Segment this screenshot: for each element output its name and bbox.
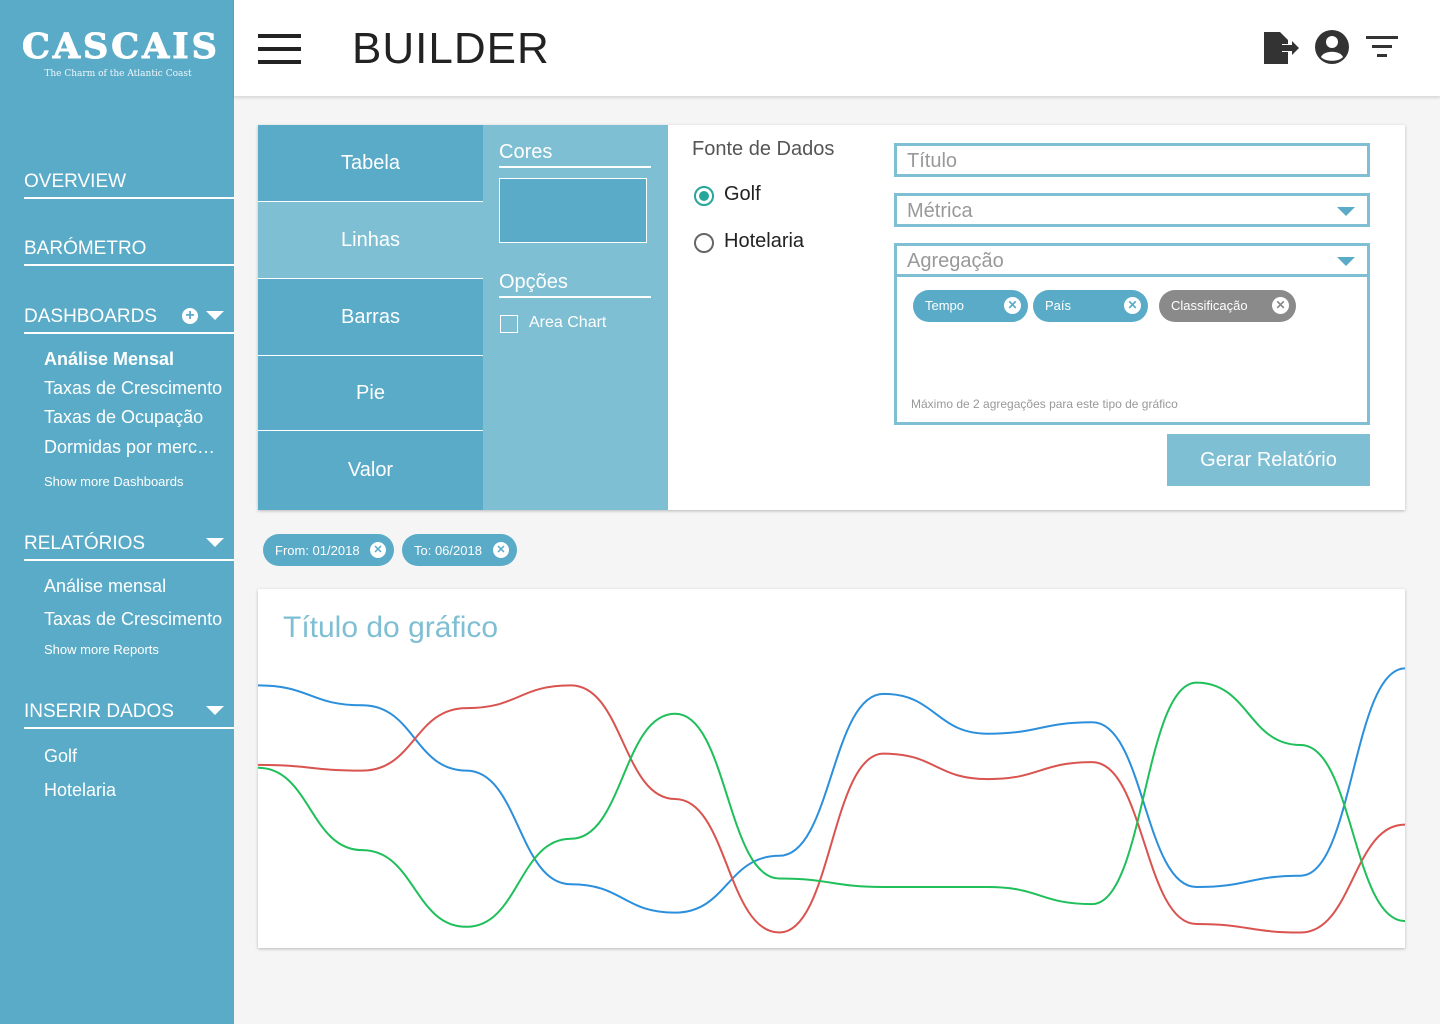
chip-label: Tempo	[925, 298, 965, 313]
source-radio-golf[interactable]	[694, 186, 714, 206]
aggregation-chip-tempo[interactable]: Tempo ✕	[913, 290, 1028, 322]
close-icon[interactable]: ✕	[493, 542, 509, 558]
opcoes-heading: Opções	[499, 271, 651, 298]
chevron-down-icon[interactable]	[206, 706, 224, 715]
filter-chip-from[interactable]: From: 01/2018 ✕	[263, 534, 394, 566]
dropdown-arrow-icon[interactable]	[1337, 257, 1355, 266]
series-line-1	[258, 684, 1405, 934]
close-icon[interactable]: ✕	[370, 542, 386, 558]
chart-type-linhas[interactable]: Linhas	[258, 202, 483, 279]
show-more-dashboards-link[interactable]: Show more Dashboards	[44, 474, 183, 489]
area-chart-label: Area Chart	[529, 314, 607, 331]
close-icon[interactable]: ✕	[1004, 297, 1021, 314]
sidebar-item-label: OVERVIEW	[24, 171, 127, 192]
sidebar-item-barometro[interactable]: BARÓMETRO	[24, 232, 234, 266]
chevron-down-icon[interactable]	[206, 538, 224, 547]
cores-heading: Cores	[499, 141, 651, 168]
sidebar-subitem[interactable]: Hotelaria	[44, 780, 224, 801]
chart-type-pie[interactable]: Pie	[258, 356, 483, 431]
chart-type-barras[interactable]: Barras	[258, 279, 483, 356]
export-icon[interactable]	[1262, 30, 1300, 66]
sidebar-subitem[interactable]: Dormidas por mercado	[44, 437, 224, 458]
sidebar-subitem[interactable]: Taxas de Ocupação	[44, 407, 224, 428]
sidebar: CASCAIS The Charm of the Atlantic Coast …	[0, 0, 234, 1024]
color-picker[interactable]	[499, 178, 647, 243]
sidebar-section-inserir-dados[interactable]: INSERIR DADOS	[24, 695, 234, 729]
add-dashboard-icon[interactable]: +	[182, 308, 198, 324]
source-radio-hotelaria[interactable]	[694, 233, 714, 253]
account-icon[interactable]	[1314, 30, 1352, 66]
builder-panel: Tabela Linhas Barras Pie Valor Cores Opç…	[258, 125, 1405, 510]
sidebar-subitem[interactable]: Golf	[44, 746, 224, 767]
logo-tagline: The Charm of the Atlantic Coast	[44, 69, 192, 79]
chart-type-tabela[interactable]: Tabela	[258, 125, 483, 202]
close-icon[interactable]: ✕	[1124, 297, 1141, 314]
sidebar-section-label: RELATÓRIOS	[24, 533, 146, 554]
line-chart	[258, 667, 1405, 934]
source-label-golf[interactable]: Golf	[724, 183, 761, 206]
source-label-hotelaria[interactable]: Hotelaria	[724, 230, 804, 253]
chart-options: Cores Opções Area Chart	[483, 125, 668, 510]
page-title: BUILDER	[352, 24, 550, 73]
series-line-2	[258, 681, 1405, 928]
aggregation-chip-classificacao[interactable]: Classificação ✕	[1159, 290, 1296, 322]
sidebar-section-label: DASHBOARDS	[24, 306, 158, 327]
chip-label: To: 06/2018	[414, 543, 482, 558]
series-line-0	[258, 667, 1405, 914]
chart-type-valor[interactable]: Valor	[258, 431, 483, 510]
sidebar-section-dashboards[interactable]: DASHBOARDS +	[24, 300, 234, 334]
metric-placeholder: Métrica	[907, 200, 973, 222]
aggregation-chips-box: Tempo ✕ País ✕ Classificação ✕ Máximo de…	[894, 276, 1370, 425]
menu-icon[interactable]	[258, 34, 301, 64]
aggregation-hint: Máximo de 2 agregações para este tipo de…	[911, 397, 1178, 411]
data-source-title: Fonte de Dados	[692, 138, 835, 160]
aggregation-select[interactable]: Agregação	[894, 243, 1370, 277]
sidebar-subitem[interactable]: Taxas de Crescimento	[44, 609, 224, 630]
cascais-logo[interactable]: CASCAIS The Charm of the Atlantic Coast	[22, 26, 220, 80]
chip-label: From: 01/2018	[275, 543, 360, 558]
logo-brand: CASCAIS	[22, 26, 220, 68]
aggregation-placeholder: Agregação	[907, 250, 1004, 272]
sidebar-section-relatorios[interactable]: RELATÓRIOS	[24, 527, 234, 561]
aggregation-chip-pais[interactable]: País ✕	[1033, 290, 1148, 322]
close-icon[interactable]: ✕	[1272, 297, 1289, 314]
sidebar-item-overview[interactable]: OVERVIEW	[24, 165, 234, 199]
chevron-down-icon[interactable]	[206, 311, 224, 320]
filter-chip-to[interactable]: To: 06/2018 ✕	[402, 534, 517, 566]
show-more-reports-link[interactable]: Show more Reports	[44, 642, 159, 657]
sidebar-subitem[interactable]: Análise mensal	[44, 576, 224, 597]
chart-panel: Título do gráfico	[258, 589, 1405, 948]
top-bar: BUILDER	[234, 0, 1440, 97]
dropdown-arrow-icon[interactable]	[1337, 207, 1355, 216]
sidebar-section-label: INSERIR DADOS	[24, 701, 174, 722]
sidebar-subitem[interactable]: Taxas de Crescimento	[44, 378, 224, 399]
sidebar-item-label: BARÓMETRO	[24, 238, 147, 259]
sidebar-subitem[interactable]: Análise Mensal	[44, 349, 224, 370]
metric-select[interactable]: Métrica	[894, 193, 1370, 227]
chart-type-list: Tabela Linhas Barras Pie Valor	[258, 125, 483, 510]
chip-label: País	[1045, 298, 1072, 313]
filter-icon[interactable]	[1364, 30, 1402, 66]
chip-label: Classificação	[1171, 298, 1248, 313]
title-input[interactable]: Título	[894, 143, 1370, 177]
generate-report-button[interactable]: Gerar Relatório	[1167, 434, 1370, 486]
area-chart-checkbox[interactable]	[500, 315, 518, 333]
